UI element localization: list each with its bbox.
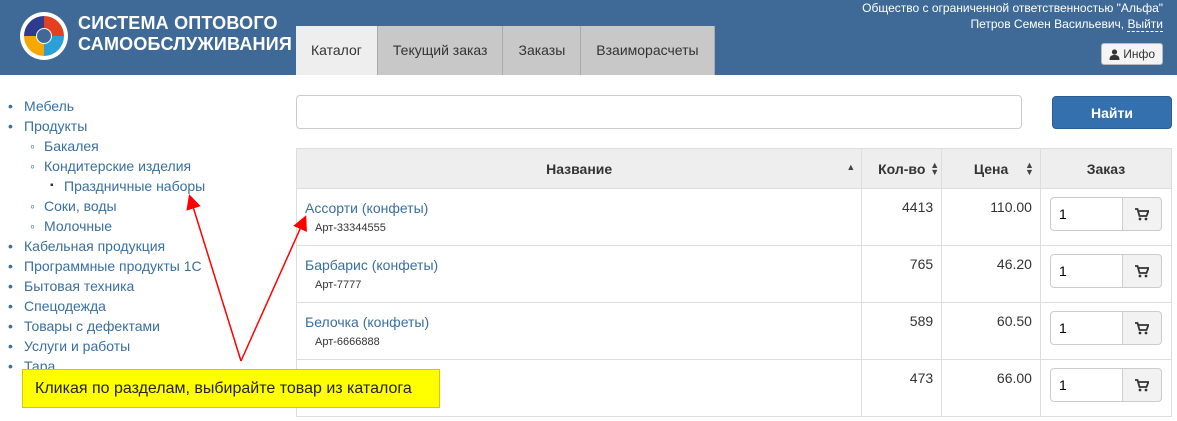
order-qty-input[interactable] <box>1049 254 1123 288</box>
product-qty: 765 <box>861 245 943 303</box>
add-to-cart-button[interactable] <box>1122 254 1162 288</box>
product-name-cell: Ассорти (конфеты) Арт-33344555 <box>295 188 863 246</box>
category-item: Молочные <box>28 216 205 236</box>
cart-icon <box>1134 207 1149 220</box>
brand-line-1: СИСТЕМА ОПТОВОГО <box>78 13 278 33</box>
product-price: 110.00 <box>941 188 1041 246</box>
category-link-grocery[interactable]: Бакалея <box>44 138 99 154</box>
category-item: Кондитерские изделия Праздничные наборы <box>28 156 205 196</box>
table-header-row: Название ▲ Кол-во ▲ ▼ Цена ▲ ▼ Заказ <box>295 148 1173 189</box>
column-header-price[interactable]: Цена ▲ ▼ <box>941 148 1041 189</box>
order-group <box>1049 368 1162 402</box>
brand-line-2: САМООБСЛУЖИВАНИЯ <box>78 34 293 54</box>
company-name: Общество с ограниченной ответственностью… <box>862 1 1163 15</box>
help-tooltip: Кликая по разделам, выбирайте товар из к… <box>22 369 440 408</box>
top-header: СИСТЕМА ОПТОВОГО САМООБСЛУЖИВАНИЯ Катало… <box>0 0 1177 75</box>
category-item: Услуги и работы <box>8 336 205 356</box>
cart-icon <box>1134 321 1149 334</box>
search-button[interactable]: Найти <box>1052 96 1172 129</box>
product-name-cell: Белочка (конфеты) Арт-6666888 <box>295 302 863 360</box>
category-link-workwear[interactable]: Спецодежда <box>24 298 106 314</box>
add-to-cart-button[interactable] <box>1122 368 1162 402</box>
order-group <box>1049 197 1162 231</box>
order-group <box>1049 311 1162 345</box>
column-header-qty-label: Кол-во <box>878 160 926 177</box>
category-link-furniture[interactable]: Мебель <box>24 98 74 114</box>
column-header-price-label: Цена <box>973 160 1009 177</box>
table-row: Барбарис (конфеты) Арт-7777 765 46.20 <box>295 245 1173 303</box>
product-qty: 4413 <box>861 188 943 246</box>
order-qty-input[interactable] <box>1049 311 1123 345</box>
user-info: Петров Семен Васильевич, Выйти <box>970 16 1163 32</box>
info-button[interactable]: Инфо <box>1101 43 1163 65</box>
brand-title: СИСТЕМА ОПТОВОГО САМООБСЛУЖИВАНИЯ <box>78 13 292 55</box>
column-header-qty[interactable]: Кол-во ▲ ▼ <box>861 148 943 189</box>
user-name: Петров Семен Васильевич, <box>970 17 1125 31</box>
sort-icon: ▲ ▼ <box>1025 160 1034 177</box>
column-header-name[interactable]: Название ▲ <box>295 148 863 189</box>
category-item: Соки, воды <box>28 196 205 216</box>
order-cell <box>1039 188 1173 246</box>
table-row: Ассорти (конфеты) Арт-33344555 4413 110.… <box>295 188 1173 246</box>
tab-catalog[interactable]: Каталог <box>296 26 378 75</box>
product-name-cell: Барбарис (конфеты) Арт-7777 <box>295 245 863 303</box>
category-item: Бытовая техника <box>8 276 205 296</box>
info-button-label: Инфо <box>1123 47 1155 61</box>
category-link-dairy[interactable]: Молочные <box>44 218 112 234</box>
add-to-cart-button[interactable] <box>1122 197 1162 231</box>
table-row: Белочка (конфеты) Арт-6666888 589 60.50 <box>295 302 1173 360</box>
main-tabs: Каталог Текущий заказ Заказы Взаиморасче… <box>296 26 715 75</box>
product-price: 66.00 <box>941 359 1041 417</box>
sort-asc-icon: ▲ <box>846 162 856 172</box>
sort-icon: ▲ ▼ <box>930 160 940 177</box>
product-article: Арт-6666888 <box>315 336 380 348</box>
column-header-name-label: Название <box>546 160 613 177</box>
category-link-defective[interactable]: Товары с дефектами <box>24 318 160 334</box>
tab-orders[interactable]: Заказы <box>503 26 582 75</box>
order-cell <box>1039 359 1173 417</box>
product-qty: 473 <box>861 359 943 417</box>
product-link[interactable]: Барбарис (конфеты) <box>305 256 853 274</box>
category-link-appliances[interactable]: Бытовая техника <box>24 278 134 294</box>
order-cell <box>1039 302 1173 360</box>
product-price: 46.20 <box>941 245 1041 303</box>
product-price: 60.50 <box>941 302 1041 360</box>
category-item: Бакалея <box>28 136 205 156</box>
category-item: Продукты Бакалея Кондитерские изделия Пр… <box>8 116 205 236</box>
product-qty: 589 <box>861 302 943 360</box>
category-link-cables[interactable]: Кабельная продукция <box>24 238 165 254</box>
column-header-order: Заказ <box>1039 148 1173 189</box>
category-link-software-1c[interactable]: Программные продукты 1С <box>24 258 202 274</box>
order-group <box>1049 254 1162 288</box>
cart-icon <box>1134 378 1149 391</box>
order-cell <box>1039 245 1173 303</box>
category-item: Кабельная продукция <box>8 236 205 256</box>
category-link-confectionery[interactable]: Кондитерские изделия <box>44 158 191 174</box>
category-item: Программные продукты 1С <box>8 256 205 276</box>
product-link[interactable]: Ассорти (конфеты) <box>305 199 853 217</box>
category-item: Мебель <box>8 96 205 116</box>
search-input[interactable] <box>296 95 1022 129</box>
category-item: Спецодежда <box>8 296 205 316</box>
category-tree: Мебель Продукты Бакалея Кондитерские изд… <box>8 96 205 376</box>
product-article: Арт-7777 <box>315 279 362 291</box>
add-to-cart-button[interactable] <box>1122 311 1162 345</box>
category-item: Товары с дефектами <box>8 316 205 336</box>
logo-icon[interactable] <box>18 10 70 62</box>
category-link-juices[interactable]: Соки, воды <box>44 198 117 214</box>
cart-icon <box>1134 264 1149 277</box>
tab-current-order[interactable]: Текущий заказ <box>377 26 504 75</box>
category-link-products[interactable]: Продукты <box>24 118 87 134</box>
order-qty-input[interactable] <box>1049 197 1123 231</box>
product-link[interactable]: Белочка (конфеты) <box>305 313 853 331</box>
logout-link[interactable]: Выйти <box>1127 17 1163 32</box>
category-link-holiday-sets[interactable]: Праздничные наборы <box>64 178 205 194</box>
category-link-services[interactable]: Услуги и работы <box>24 338 130 354</box>
category-item: Праздничные наборы <box>48 176 205 196</box>
user-icon <box>1109 48 1120 60</box>
product-article: Арт-33344555 <box>315 222 386 234</box>
tab-settlements[interactable]: Взаиморасчеты <box>581 26 715 75</box>
order-qty-input[interactable] <box>1049 368 1123 402</box>
